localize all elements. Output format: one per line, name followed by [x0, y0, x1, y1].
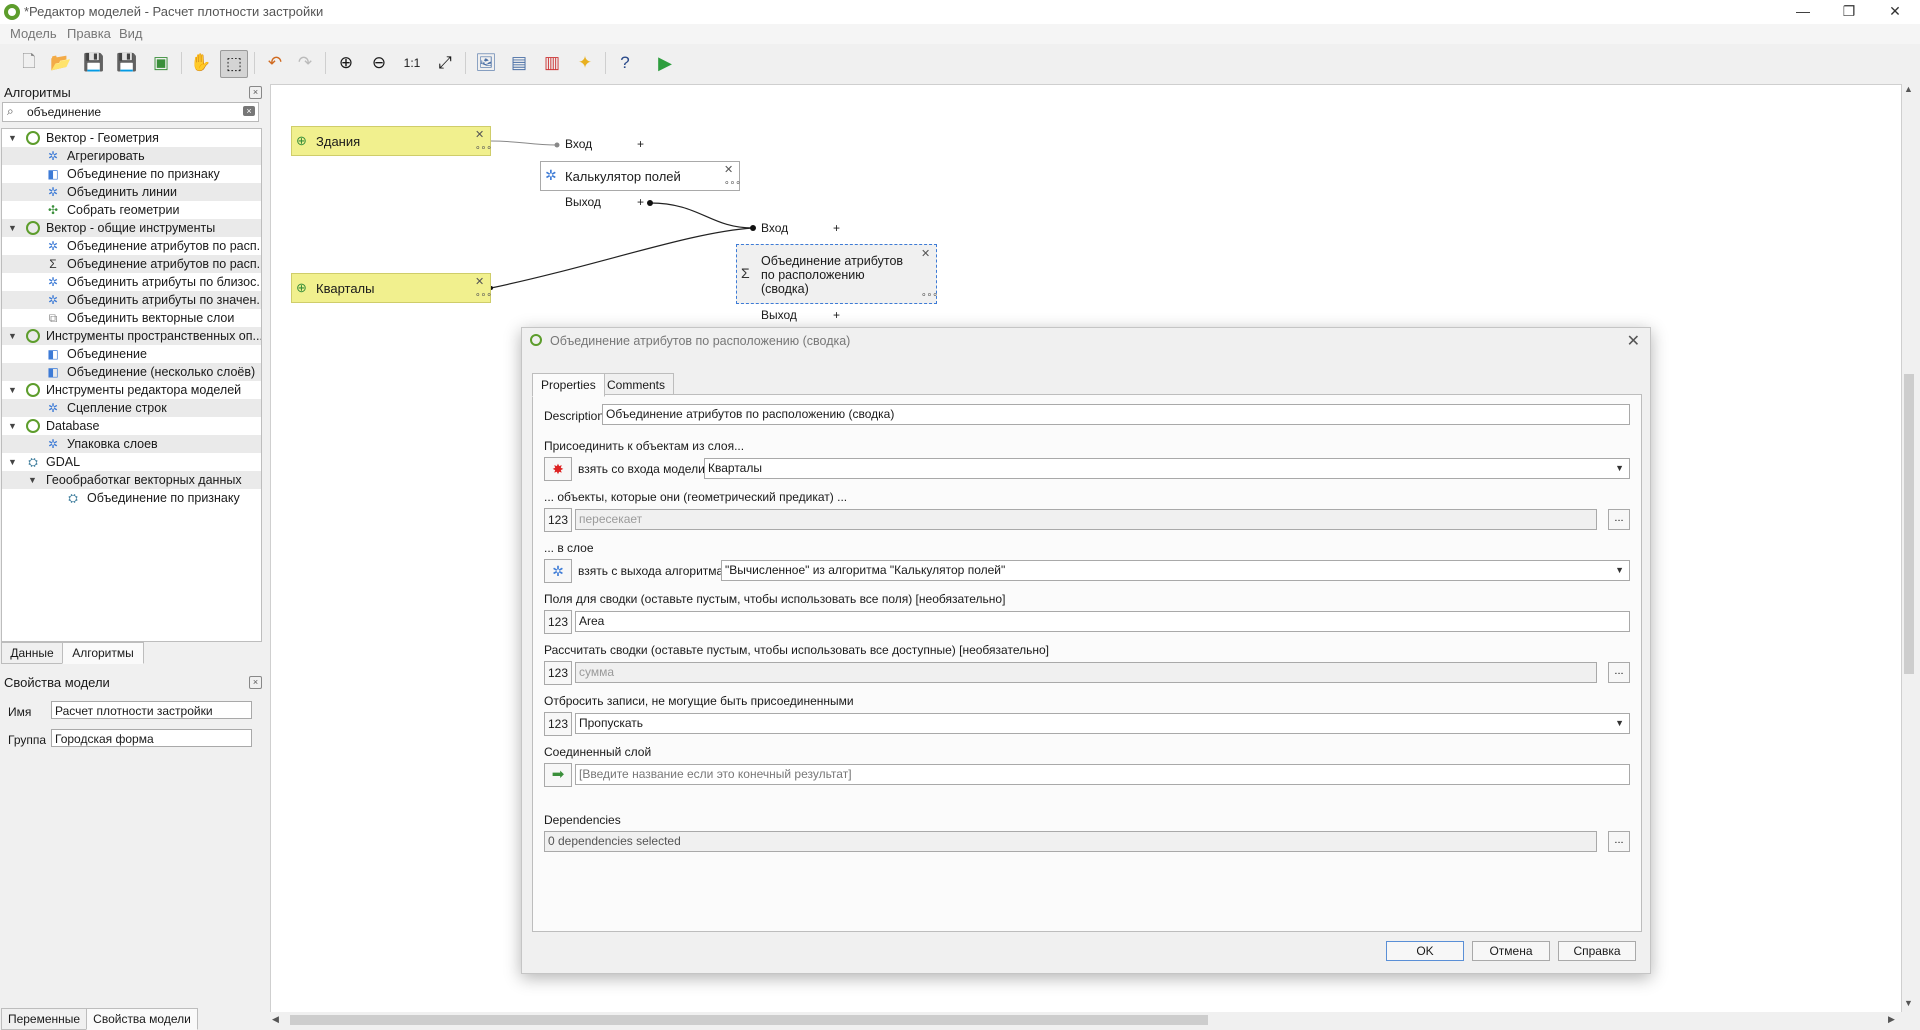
algorithm-node-join-by-location[interactable]: Σ Объединение атрибутов по расположению … [736, 244, 938, 304]
output-layer-label: Соединенный слой [544, 745, 652, 759]
remove-node-icon[interactable]: ✕ [475, 128, 484, 141]
close-dialog-icon[interactable]: ✕ [1627, 331, 1640, 351]
remove-node-icon[interactable]: ✕ [475, 275, 484, 288]
fields-label: Поля для сводки (оставьте пустым, чтобы … [544, 592, 1006, 606]
help-button[interactable]: Справка [1558, 941, 1636, 961]
input-node-blocks[interactable]: ⊕ Кварталы ✕ ∘∘∘ [291, 273, 492, 303]
join-layer-value: Кварталы [708, 461, 762, 475]
description-input[interactable]: Объединение атрибутов по расположению (с… [602, 404, 1630, 425]
discard-select[interactable]: Пропускать ▼ [575, 713, 1630, 734]
dialog-title: Объединение атрибутов по расположению (с… [550, 334, 851, 348]
join-label-line-2: по расположению [761, 268, 865, 282]
properties-panel: Description Объединение атрибутов по рас… [532, 394, 1642, 932]
output-layer-input[interactable]: [Введите название если это конечный резу… [575, 764, 1630, 785]
algorithm-node-label: Калькулятор полей [565, 169, 681, 184]
layer-label: ... в слое [544, 541, 594, 555]
join-label-line-3: (сводка) [761, 282, 809, 296]
dependencies-label: Dependencies [544, 813, 621, 827]
chevron-down-icon: ▼ [1615, 565, 1624, 575]
ok-button[interactable]: OK [1386, 941, 1464, 961]
sigma-icon: Σ [741, 265, 750, 281]
summaries-input[interactable]: сумма [575, 662, 1597, 683]
discard-value: Пропускать [579, 716, 644, 730]
gear-icon: ✲ [545, 167, 557, 183]
layer-value: "Вычисленное" из алгоритма "Калькулятор … [725, 563, 1006, 577]
summaries-more-button[interactable]: ... [1608, 662, 1630, 683]
layer-select[interactable]: "Вычисленное" из алгоритма "Калькулятор … [721, 560, 1630, 581]
value-source-123-icon[interactable]: 123 [544, 661, 572, 685]
predicate-input[interactable]: пересекает [575, 509, 1597, 530]
edit-node-icon[interactable]: ∘∘∘ [475, 289, 492, 300]
predicate-more-button[interactable]: ... [1608, 509, 1630, 530]
value-source-123-icon[interactable]: 123 [544, 712, 572, 736]
chevron-down-icon: ▼ [1615, 718, 1624, 728]
edit-node-icon[interactable]: ∘∘∘ [921, 289, 938, 300]
calc-input-port-label: Вход [565, 137, 593, 151]
calc-input-plus[interactable]: + [637, 137, 644, 151]
output-arrow-icon[interactable]: ➡ [544, 763, 572, 787]
join-output-plus[interactable]: + [833, 308, 840, 322]
plus-param-icon: ⊕ [296, 280, 307, 295]
algorithm-node-label: Объединение атрибутов по расположению (с… [761, 254, 903, 296]
chevron-down-icon: ▼ [1615, 463, 1624, 473]
calc-output-plus[interactable]: + [637, 195, 644, 209]
tab-properties[interactable]: Properties [532, 373, 605, 397]
edit-node-icon[interactable]: ∘∘∘ [475, 142, 492, 153]
description-label: Description [544, 409, 605, 423]
summaries-label: Рассчитать сводки (оставьте пустым, чтоб… [544, 643, 1049, 657]
algorithm-dialog: Объединение атрибутов по расположению (с… [521, 327, 1651, 974]
cancel-button[interactable]: Отмена [1472, 941, 1550, 961]
join-layer-label: Присоединить к объектам из слоя... [544, 439, 745, 453]
predicate-label: ... объекты, которые они (геометрический… [544, 490, 848, 504]
algorithm-output-source-icon[interactable]: ✲ [544, 559, 572, 583]
layer-source-label: взять с выхода алгоритма [578, 564, 724, 578]
dependencies-input[interactable]: 0 dependencies selected [544, 831, 1597, 852]
join-layer-select[interactable]: Кварталы ▼ [704, 458, 1630, 479]
remove-node-icon[interactable]: ✕ [724, 163, 733, 176]
qgis-logo-icon [530, 334, 542, 346]
join-input-port-label: Вход [761, 221, 789, 235]
fields-input[interactable]: Area [575, 611, 1630, 632]
dependencies-more-button[interactable]: ... [1608, 831, 1630, 852]
value-source-123-icon[interactable]: 123 [544, 610, 572, 634]
calc-output-port-label: Выход [565, 195, 601, 209]
remove-node-icon[interactable]: ✕ [921, 247, 930, 260]
discard-label: Отбросить записи, не могущие быть присое… [544, 694, 854, 708]
model-input-source-icon[interactable]: ✸ [544, 457, 572, 481]
input-node-label: Здания [316, 134, 361, 149]
join-input-plus[interactable]: + [833, 221, 840, 235]
input-node-buildings[interactable]: ⊕ Здания ✕ ∘∘∘ [291, 126, 492, 156]
value-source-123-icon[interactable]: 123 [544, 508, 572, 532]
join-label-line-1: Объединение атрибутов [761, 254, 904, 268]
algorithm-node-field-calculator[interactable]: ✲ Калькулятор полей ✕ ∘∘∘ [540, 161, 741, 191]
join-source-label: взять со входа модели [578, 462, 705, 476]
plus-param-icon: ⊕ [296, 133, 307, 148]
input-node-label: Кварталы [316, 281, 375, 296]
join-output-port-label: Выход [761, 308, 797, 322]
edit-node-icon[interactable]: ∘∘∘ [724, 177, 741, 188]
